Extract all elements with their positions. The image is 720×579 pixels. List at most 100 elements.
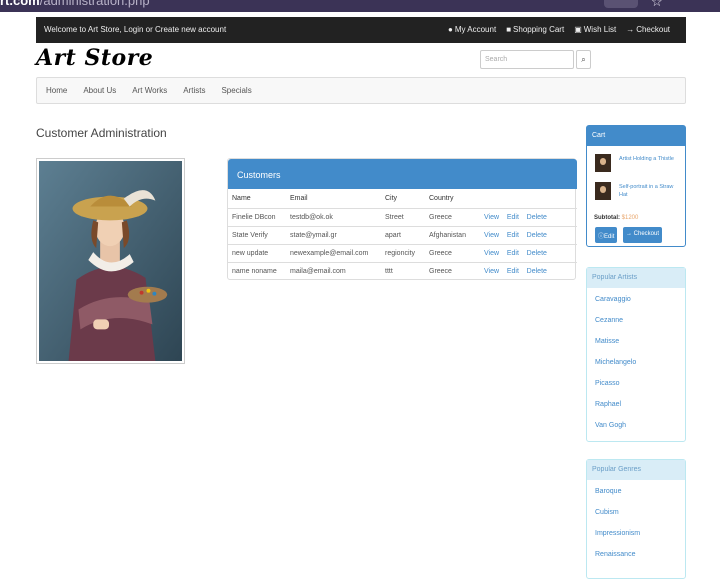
cart-item-thumbnail [595,154,611,172]
cell-name: State Verify [228,225,286,244]
welcome-text: Welcome to Art Store, Login or Create ne… [44,25,227,34]
cell-name: Finelie DBcon [228,207,286,226]
arrow-right-icon: → [626,24,635,34]
view-link[interactable]: View [484,250,499,257]
cart-edit-button[interactable]: ⓘEdit [595,227,618,243]
edit-link[interactable]: Edit [507,214,519,221]
nav-specials[interactable]: Specials [221,86,251,95]
cart-item-name[interactable]: Self-portrait in a Straw Hat [619,183,681,199]
checkout-link[interactable]: → Checkout [626,25,670,34]
cart-subtotal: Subtotal: $1200 [594,215,639,221]
delete-link[interactable]: Delete [527,268,547,275]
cell-country: Greece [425,243,480,262]
cart-title: Cart [587,126,685,146]
artist-link[interactable]: Raphael [595,394,677,415]
cart-panel: Cart Artist Holding a Thistle Self-portr… [586,125,686,247]
page-title: Customer Administration [36,126,167,140]
edit-link[interactable]: Edit [507,232,519,239]
genre-link[interactable]: Impressionism [595,523,677,544]
cell-name: new update [228,243,286,262]
popular-genres-title: Popular Genres [587,460,685,480]
delete-link[interactable]: Delete [527,250,547,257]
browser-chrome: rt.com/administration.php ☆ [0,0,720,12]
gift-icon: ▣ [574,24,582,34]
artist-link[interactable]: Picasso [595,373,677,394]
table-header-row: Name Email City Country [228,190,577,209]
main-nav: Home About Us Art Works Artists Specials [36,77,686,104]
genre-link[interactable]: Baroque [595,481,677,502]
cell-email: testdb@ok.ok [286,207,381,226]
view-link[interactable]: View [484,268,499,275]
customers-table: Name Email City Country Finelie DBcon te… [228,190,577,280]
artist-link[interactable]: Van Gogh [595,415,677,436]
view-link[interactable]: View [484,214,499,221]
artist-link[interactable]: Michelangelo [595,352,677,373]
address-bar[interactable]: rt.com/administration.php [0,0,150,8]
cell-name: name noname [228,261,286,280]
row-actions: View Edit Delete [480,261,577,280]
cart-checkout-button[interactable]: → Checkout [623,227,663,243]
artist-link[interactable]: Cezanne [595,310,677,331]
painting-image [36,158,185,364]
column-header: Email [286,190,381,209]
cell-city: apart [381,225,425,244]
cell-country: Greece [425,207,480,226]
panel-title: Customers [228,159,577,189]
artist-link[interactable]: Caravaggio [595,289,677,310]
table-row: new update newexample@email.com regionci… [228,243,577,262]
row-actions: View Edit Delete [480,243,577,262]
row-actions: View Edit Delete [480,207,577,226]
edit-link[interactable]: Edit [507,250,519,257]
popular-genres-panel: Popular Genres Baroque Cubism Impression… [586,459,686,579]
shopping-cart-link[interactable]: ■ Shopping Cart [506,25,564,34]
cart-icon: ■ [506,24,512,34]
cart-item[interactable]: Artist Holding a Thistle [595,154,683,176]
popular-artists-title: Popular Artists [587,268,685,288]
search-button[interactable]: ⌕ [576,50,591,69]
column-header: City [381,190,425,209]
cell-city: Street [381,207,425,226]
artist-link[interactable]: Matisse [595,331,677,352]
genre-link[interactable]: Cubism [595,502,677,523]
cell-country: Afghanistan [425,225,480,244]
user-icon: ● [447,24,453,34]
cell-email: maila@email.com [286,261,381,280]
search-icon: ⌕ [581,55,586,64]
nav-about-us[interactable]: About Us [83,86,116,95]
row-actions: View Edit Delete [480,225,577,244]
subtotal-value: $1200 [621,215,639,221]
nav-home[interactable]: Home [46,86,67,95]
cell-country: Greece [425,261,480,280]
bookmark-star-icon[interactable]: ☆ [651,0,663,10]
site-logo[interactable]: Art Store [36,45,153,71]
cart-item[interactable]: Self-portrait in a Straw Hat [595,182,683,204]
cart-item-name[interactable]: Artist Holding a Thistle [619,155,681,163]
nav-art-works[interactable]: Art Works [132,86,167,95]
cell-city: tttt [381,261,425,280]
arrow-right-icon: → [626,231,632,237]
search-input[interactable]: Search [480,50,574,69]
wish-list-link[interactable]: ▣ Wish List [574,25,616,34]
edit-link[interactable]: Edit [507,268,519,275]
my-account-link[interactable]: ● My Account [448,25,496,34]
customers-panel: Customers Name Email City Country Fineli… [227,158,577,280]
delete-link[interactable]: Delete [527,214,547,221]
cell-email: state@ymail.gr [286,225,381,244]
cart-item-thumbnail [595,182,611,200]
view-link[interactable]: View [484,232,499,239]
column-header: Country [425,190,480,209]
nav-artists[interactable]: Artists [183,86,205,95]
table-row: name noname maila@email.com tttt Greece … [228,261,577,280]
table-row: Finelie DBcon testdb@ok.ok Street Greece… [228,207,577,226]
popular-artists-panel: Popular Artists Caravaggio Cezanne Matis… [586,267,686,442]
genre-link[interactable]: Renaissance [595,544,677,565]
account-links: ● My Account ■ Shopping Cart ▣ Wish List → C… [448,25,670,34]
table-row: State Verify state@ymail.gr apart Afghan… [228,225,577,244]
column-header-actions [480,190,577,209]
browser-badge[interactable] [604,0,638,8]
top-bar: Welcome to Art Store, Login or Create ne… [36,17,686,43]
cell-city: regioncity [381,243,425,262]
column-header: Name [228,190,286,209]
cell-email: newexample@email.com [286,243,381,262]
delete-link[interactable]: Delete [527,232,547,239]
